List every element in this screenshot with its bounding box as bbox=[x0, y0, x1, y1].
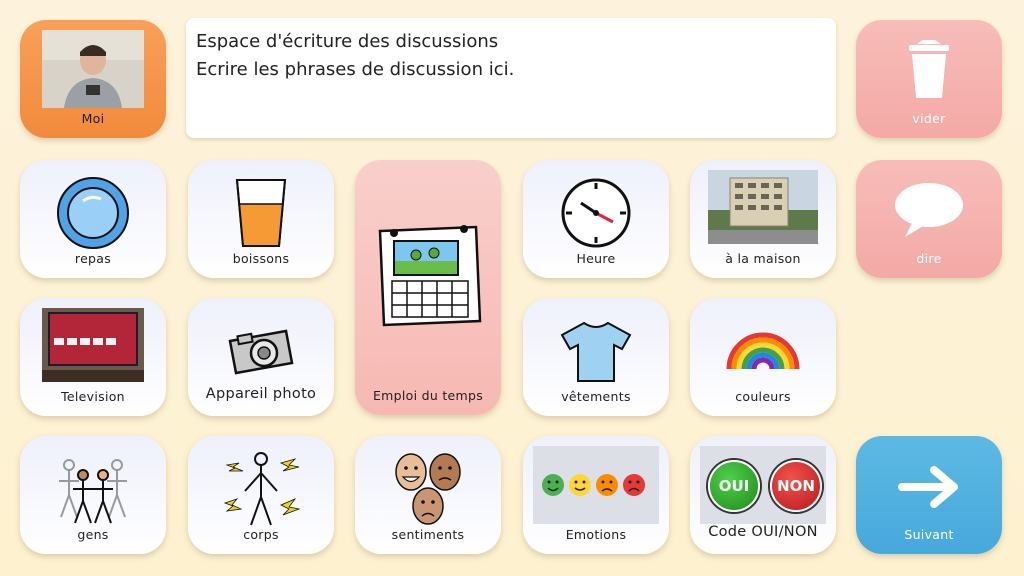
speak-button-label: dire bbox=[916, 251, 942, 266]
tile-repas[interactable]: repas bbox=[20, 160, 166, 278]
next-button-label: Suivant bbox=[904, 527, 954, 542]
tile-sentiments[interactable]: sentiments bbox=[355, 436, 501, 554]
arrow-right-icon bbox=[856, 452, 1002, 522]
rainbow-icon bbox=[690, 306, 836, 396]
tile-television[interactable]: Television bbox=[20, 298, 166, 416]
tile-a-la-maison[interactable]: à la maison bbox=[690, 160, 836, 278]
tile-gens[interactable]: gens bbox=[20, 436, 166, 554]
tile-emotions[interactable]: Emotions bbox=[523, 436, 669, 554]
user-tile-label: Moi bbox=[81, 111, 105, 126]
tile-emploi-du-temps[interactable]: Emploi du temps bbox=[355, 160, 501, 415]
tile-repas-label: repas bbox=[74, 251, 112, 266]
tile-boissons-label: boissons bbox=[232, 251, 290, 266]
clock-icon bbox=[523, 168, 669, 258]
message-line-2: Ecrire les phrases de discussion ici. bbox=[196, 59, 515, 80]
people-icon bbox=[20, 444, 166, 534]
tile-sentiments-label: sentiments bbox=[391, 527, 465, 542]
body-icon bbox=[188, 444, 334, 534]
message-line-1: Espace d'écriture des discussions bbox=[196, 31, 499, 52]
trash-icon bbox=[856, 34, 1002, 104]
faces-icon bbox=[355, 444, 501, 534]
next-button[interactable]: Suivant bbox=[856, 436, 1002, 554]
user-photo bbox=[42, 30, 144, 108]
tile-heure-label: Heure bbox=[576, 251, 616, 266]
tshirt-icon bbox=[523, 306, 669, 396]
tile-corps[interactable]: corps bbox=[188, 436, 334, 554]
speak-button[interactable]: dire bbox=[856, 160, 1002, 278]
tile-couleurs[interactable]: couleurs bbox=[690, 298, 836, 416]
building-photo bbox=[708, 170, 818, 244]
camera-icon bbox=[188, 306, 334, 396]
tile-vetements[interactable]: vêtements bbox=[523, 298, 669, 416]
tile-oui-non-label: Code OUI/NON bbox=[708, 524, 818, 540]
oui-badge: OUI bbox=[708, 460, 760, 512]
user-tile-moi[interactable]: Moi bbox=[20, 20, 166, 138]
emoji-faces-icon bbox=[533, 446, 659, 524]
tv-photo bbox=[42, 308, 144, 382]
glass-icon bbox=[188, 168, 334, 258]
tile-vetements-label: vêtements bbox=[561, 389, 631, 404]
tile-couleurs-label: couleurs bbox=[735, 389, 791, 404]
tile-gens-label: gens bbox=[77, 527, 109, 542]
oui-non-icon: OUI NON bbox=[700, 446, 826, 524]
clear-button-label: vider bbox=[912, 111, 946, 126]
tile-maison-label: à la maison bbox=[725, 251, 801, 266]
tile-appareil-photo[interactable]: Appareil photo bbox=[188, 298, 334, 416]
tile-appareil-label: Appareil photo bbox=[205, 386, 317, 402]
tile-code-oui-non[interactable]: OUI NON Code OUI/NON bbox=[690, 436, 836, 554]
tile-corps-label: corps bbox=[243, 527, 279, 542]
tile-emploi-label: Emploi du temps bbox=[372, 388, 484, 403]
tile-emotions-label: Emotions bbox=[565, 527, 627, 542]
plate-icon bbox=[20, 168, 166, 258]
tile-heure[interactable]: Heure bbox=[523, 160, 669, 278]
speech-bubble-icon bbox=[856, 176, 1002, 246]
tile-television-label: Television bbox=[61, 389, 125, 404]
non-badge: NON bbox=[770, 460, 822, 512]
clear-button[interactable]: vider bbox=[856, 20, 1002, 138]
tile-boissons[interactable]: boissons bbox=[188, 160, 334, 278]
calendar-icon bbox=[355, 220, 501, 330]
message-text-area[interactable]: Espace d'écriture des discussions Ecrire… bbox=[186, 18, 836, 138]
